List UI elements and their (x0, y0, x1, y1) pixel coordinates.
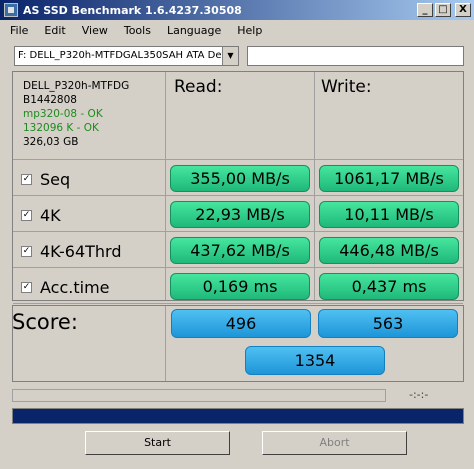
overall-progress-bar (12, 408, 464, 424)
menu-edit[interactable]: Edit (44, 24, 65, 37)
menu-view[interactable]: View (82, 24, 108, 37)
4k-checkbox[interactable]: ✓ (21, 209, 32, 221)
read-column-header: Read: (174, 77, 223, 97)
seq-write-result: 1061,17 MB/s (319, 165, 459, 192)
chevron-down-icon[interactable]: ▼ (222, 47, 238, 65)
drive-model: DELL_P320h-MTFDG (23, 80, 130, 92)
maximize-button[interactable]: □ (435, 3, 451, 17)
total-score: 1354 (245, 346, 385, 375)
read-score: 496 (171, 309, 311, 338)
menu-bar: File Edit View Tools Language Help (0, 20, 474, 40)
drive-select[interactable]: F: DELL_P320h-MTFDGAL350SAH ATA Dev ▼ (14, 46, 239, 66)
write-column-header: Write: (321, 77, 372, 97)
test-row-4k-64thrd: ✓ 4K-64Thrd (13, 236, 165, 266)
window-title: AS SSD Benchmark 1.6.4237.30508 (23, 3, 242, 17)
grid-divider (165, 72, 166, 300)
4k-64thrd-checkbox[interactable]: ✓ (21, 245, 32, 257)
minimize-button[interactable]: _ (417, 3, 433, 17)
grid-divider (13, 303, 463, 304)
alignment-status: 132096 K - OK (23, 122, 99, 134)
grid-divider (165, 306, 166, 381)
write-score: 563 (318, 309, 458, 338)
grid-divider (13, 267, 463, 268)
4k-64thrd-read-result: 437,62 MB/s (170, 237, 310, 264)
drive-select-value: F: DELL_P320h-MTFDGAL350SAH ATA Dev (18, 50, 228, 61)
drive-firmware: B1442808 (23, 94, 77, 106)
4k-64thrd-write-result: 446,48 MB/s (319, 237, 459, 264)
grid-divider (13, 195, 463, 196)
grid-divider (314, 72, 315, 300)
test-row-seq: ✓ Seq (13, 164, 165, 194)
test-label: Seq (40, 169, 71, 189)
test-row-4k: ✓ 4K (13, 200, 165, 230)
drive-info: DELL_P320h-MTFDG B1442808 mp320-08 - OK … (23, 79, 129, 149)
seq-checkbox[interactable]: ✓ (21, 173, 32, 185)
start-button[interactable]: Start (85, 431, 230, 455)
grid-divider (13, 231, 463, 232)
menu-tools[interactable]: Tools (124, 24, 151, 37)
acc-time-checkbox[interactable]: ✓ (21, 281, 32, 293)
drive-size: 326,03 GB (23, 136, 79, 148)
driver-status: mp320-08 - OK (23, 108, 103, 120)
app-icon (4, 3, 18, 17)
test-label: Acc.time (40, 277, 110, 297)
4k-write-result: 10,11 MB/s (319, 201, 459, 228)
test-label: 4K-64Thrd (40, 241, 122, 261)
grid-divider (13, 159, 463, 160)
menu-language[interactable]: Language (167, 24, 221, 37)
elapsed-time: -:-:- (409, 388, 429, 401)
info-text-field[interactable] (247, 46, 464, 66)
test-label: 4K (40, 205, 61, 225)
4k-read-result: 22,93 MB/s (170, 201, 310, 228)
title-bar: AS SSD Benchmark 1.6.4237.30508 _ □ X (0, 0, 474, 20)
menu-help[interactable]: Help (237, 24, 262, 37)
seq-read-result: 355,00 MB/s (170, 165, 310, 192)
acc-time-read-result: 0,169 ms (170, 273, 310, 300)
close-button[interactable]: X (455, 3, 471, 17)
menu-file[interactable]: File (10, 24, 28, 37)
abort-button[interactable]: Abort (262, 431, 407, 455)
results-grid: DELL_P320h-MTFDG B1442808 mp320-08 - OK … (12, 71, 464, 304)
test-row-acc-time: ✓ Acc.time (13, 272, 165, 302)
acc-time-write-result: 0,437 ms (319, 273, 459, 300)
test-progress-track (12, 389, 386, 402)
progress-fill (13, 409, 463, 423)
